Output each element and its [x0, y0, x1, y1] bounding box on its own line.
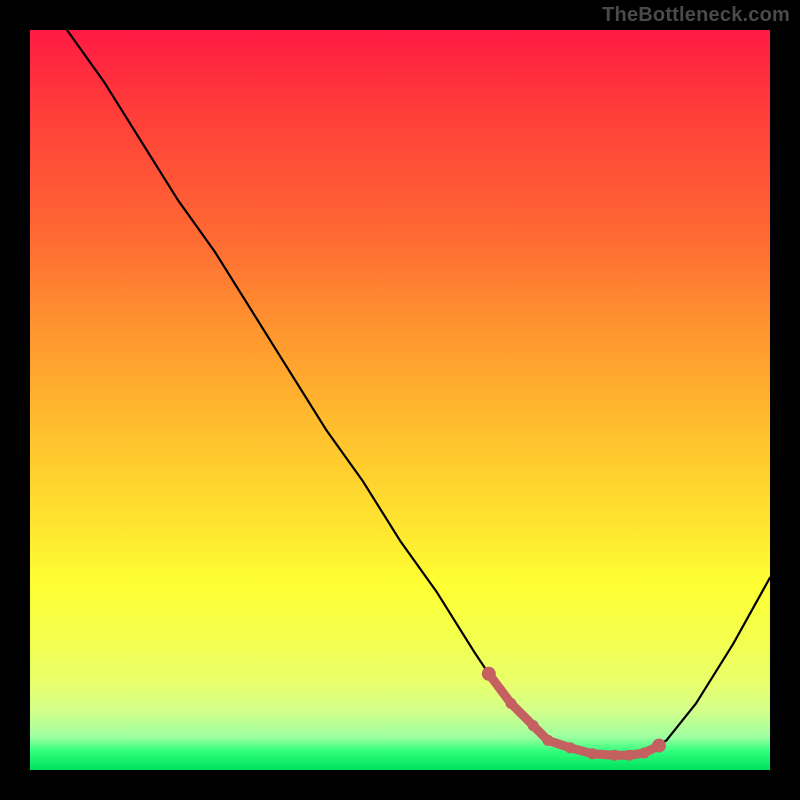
optimal-point — [639, 748, 649, 758]
curve-svg — [30, 30, 770, 770]
optimal-point — [610, 750, 620, 760]
optimal-point — [565, 743, 575, 753]
optimal-region-path — [489, 674, 659, 755]
optimal-point — [506, 698, 516, 708]
chart-stage: TheBottleneck.com — [0, 0, 800, 800]
optimal-point — [653, 739, 666, 752]
optimal-region-dots — [482, 667, 665, 760]
watermark-text: TheBottleneck.com — [602, 4, 790, 27]
optimal-point — [587, 749, 597, 759]
optimal-point — [482, 667, 495, 680]
optimal-point — [624, 750, 634, 760]
optimal-point — [543, 735, 553, 745]
optimal-point — [528, 721, 538, 731]
plot-area — [30, 30, 770, 770]
bottleneck-curve — [67, 30, 770, 755]
